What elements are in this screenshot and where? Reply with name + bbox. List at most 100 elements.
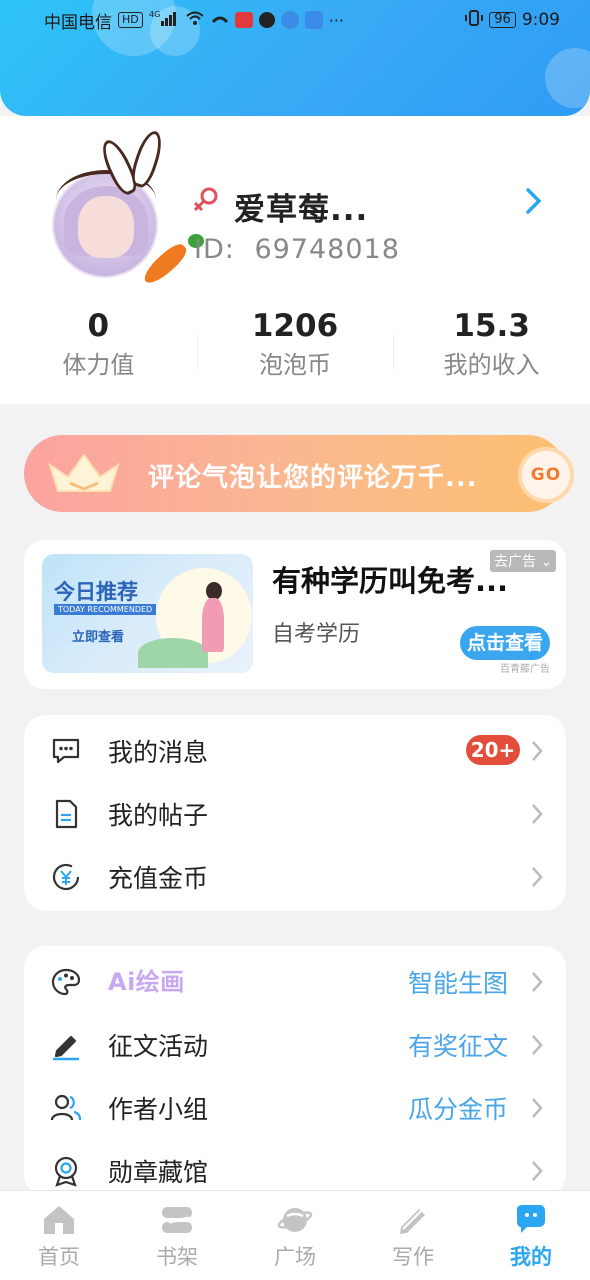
stat-bubble-coins[interactable]: 1206 泡泡币 xyxy=(196,306,394,396)
menu-item-label: 征文活动 xyxy=(108,1032,209,1061)
menu-item-recharge[interactable]: 充值金币 xyxy=(24,849,566,905)
wifi-icon xyxy=(185,10,205,31)
promo-text: 评论气泡让您的评论万千... xyxy=(148,463,478,493)
search-notification-icon xyxy=(304,11,323,29)
chevron-right-icon xyxy=(532,741,543,761)
menu-item-posts[interactable]: 我的帖子 xyxy=(24,786,566,842)
nav-label: 写作 xyxy=(392,1245,434,1269)
ad-card[interactable]: 今日推荐 TODAY RECOMMENDED 立即查看 有种学历叫免考... 自… xyxy=(24,540,566,689)
menu-item-extra: 有奖征文 xyxy=(407,1032,508,1061)
ad-subtitle: 自考学历 xyxy=(272,622,361,647)
user-id-value: 69748018 xyxy=(254,234,400,265)
crown-icon xyxy=(48,453,120,492)
remove-ad-button[interactable]: 去广告 ⌄ xyxy=(490,550,557,572)
missed-call-icon xyxy=(211,10,229,31)
unread-badge: 20+ xyxy=(466,735,520,765)
menu-item-extra: 智能生图 xyxy=(407,969,508,998)
battery-icon: 96 xyxy=(489,12,516,28)
chat-notification-icon xyxy=(258,12,275,28)
bookshelf-icon xyxy=(162,1207,192,1233)
menu-item-ai-drawing[interactable]: Ai绘画 智能生图 xyxy=(24,954,566,1010)
ad-image-title: 今日推荐 xyxy=(54,580,138,604)
ad-image-button: 立即查看 xyxy=(72,630,125,645)
ad-girl-dress xyxy=(202,598,224,652)
vibrate-icon xyxy=(465,9,484,32)
chevron-right-icon xyxy=(532,972,543,992)
message-icon xyxy=(52,738,80,764)
bottom-navigation: 首页 书架 广场 写作 我的 xyxy=(0,1190,590,1280)
carrier-label: 中国电信 xyxy=(44,12,112,33)
chevron-right-icon xyxy=(532,1161,543,1181)
menu-card-secondary: Ai绘画 智能生图 征文活动 有奖征文 作者小组 瓜分金币 勋章藏馆 xyxy=(24,946,566,1196)
user-id: ID: 69748018 xyxy=(194,234,400,265)
group-icon xyxy=(50,1094,82,1121)
username[interactable]: 爱草莓... xyxy=(234,184,368,229)
profile-chat-icon xyxy=(517,1205,545,1233)
remove-ad-label: 去广告 xyxy=(494,554,536,570)
browser-notification-icon xyxy=(280,11,299,29)
write-icon xyxy=(400,1209,425,1234)
stat-stamina[interactable]: 0 体力值 xyxy=(0,306,197,396)
network-label: 4G xyxy=(149,10,160,19)
ad-title: 有种学历叫免考... xyxy=(272,564,509,598)
chevron-right-icon xyxy=(532,1098,543,1118)
palette-icon xyxy=(51,968,81,996)
clock: 9:09 xyxy=(521,10,560,30)
stat-label: 体力值 xyxy=(62,351,135,379)
ad-grass-shape xyxy=(138,638,208,668)
decor-bubble xyxy=(545,48,590,108)
ad-image[interactable]: 今日推荐 TODAY RECOMMENDED 立即查看 xyxy=(42,554,253,673)
ad-image-subtitle: TODAY RECOMMENDED xyxy=(54,604,157,615)
medal-icon xyxy=(54,1156,78,1187)
hd-icon: HD xyxy=(118,12,143,28)
nav-label: 广场 xyxy=(274,1245,316,1269)
status-right: 96 9:09 xyxy=(465,9,560,32)
chevron-right-icon xyxy=(532,804,543,824)
pen-icon xyxy=(53,1035,79,1061)
nav-tab-home[interactable]: 首页 xyxy=(0,1191,118,1280)
stat-income[interactable]: 15.3 我的收入 xyxy=(393,306,590,396)
home-icon xyxy=(44,1206,74,1234)
app-notification-icon xyxy=(234,12,253,28)
menu-item-label: 勋章藏馆 xyxy=(108,1158,209,1187)
more-notifications-icon: ··· xyxy=(328,10,345,30)
promo-go-button[interactable]: GO xyxy=(518,447,574,503)
profile-chevron-right-icon[interactable] xyxy=(520,186,546,216)
ad-cta-button[interactable]: 点击查看 xyxy=(460,626,550,660)
nav-label: 首页 xyxy=(38,1245,80,1269)
menu-item-label: 我的消息 xyxy=(108,738,209,767)
nav-tab-bookshelf[interactable]: 书架 xyxy=(118,1191,236,1280)
nav-tab-mine[interactable]: 我的 xyxy=(472,1191,590,1280)
menu-item-essay-contest[interactable]: 征文活动 有奖征文 xyxy=(24,1017,566,1073)
menu-card-primary: 我的消息 20+ 我的帖子 充值金币 xyxy=(24,715,566,911)
stat-value: 15.3 xyxy=(453,308,530,344)
ad-source-label: 百青藤广告 xyxy=(500,664,550,675)
status-left: 中国电信 HD 4G ··· xyxy=(44,8,344,33)
user-id-label: ID: xyxy=(194,234,235,265)
comment-bubble-promo-banner[interactable]: 评论气泡让您的评论万千... GO xyxy=(24,435,574,512)
menu-item-messages[interactable]: 我的消息 20+ xyxy=(24,723,566,779)
avatar[interactable] xyxy=(48,128,204,289)
menu-item-label: 作者小组 xyxy=(108,1095,209,1124)
chevron-right-icon xyxy=(532,1035,543,1055)
signal-icon: 4G xyxy=(149,10,179,30)
bunny-ear-right xyxy=(127,128,167,190)
stat-label: 我的收入 xyxy=(443,351,540,379)
chevron-right-icon xyxy=(532,867,543,887)
nav-label: 我的 xyxy=(510,1245,552,1269)
female-gender-icon xyxy=(193,187,218,212)
menu-item-label: 我的帖子 xyxy=(108,801,209,830)
menu-item-label: 充值金币 xyxy=(108,864,209,893)
status-bar: 中国电信 HD 4G ··· 96 9:09 xyxy=(0,0,590,40)
menu-item-author-group[interactable]: 作者小组 瓜分金币 xyxy=(24,1080,566,1136)
stat-label: 泡泡币 xyxy=(259,351,331,379)
stat-value: 1206 xyxy=(251,308,339,344)
nav-tab-square[interactable]: 广场 xyxy=(236,1191,354,1280)
document-icon xyxy=(55,799,78,829)
nav-tab-write[interactable]: 写作 xyxy=(354,1191,472,1280)
menu-item-extra: 瓜分金币 xyxy=(407,1095,508,1124)
planet-icon xyxy=(277,1208,313,1232)
yen-coin-icon xyxy=(52,863,80,891)
stats-row: 0 体力值 1206 泡泡币 15.3 我的收入 xyxy=(0,306,590,396)
stat-value: 0 xyxy=(87,308,110,344)
